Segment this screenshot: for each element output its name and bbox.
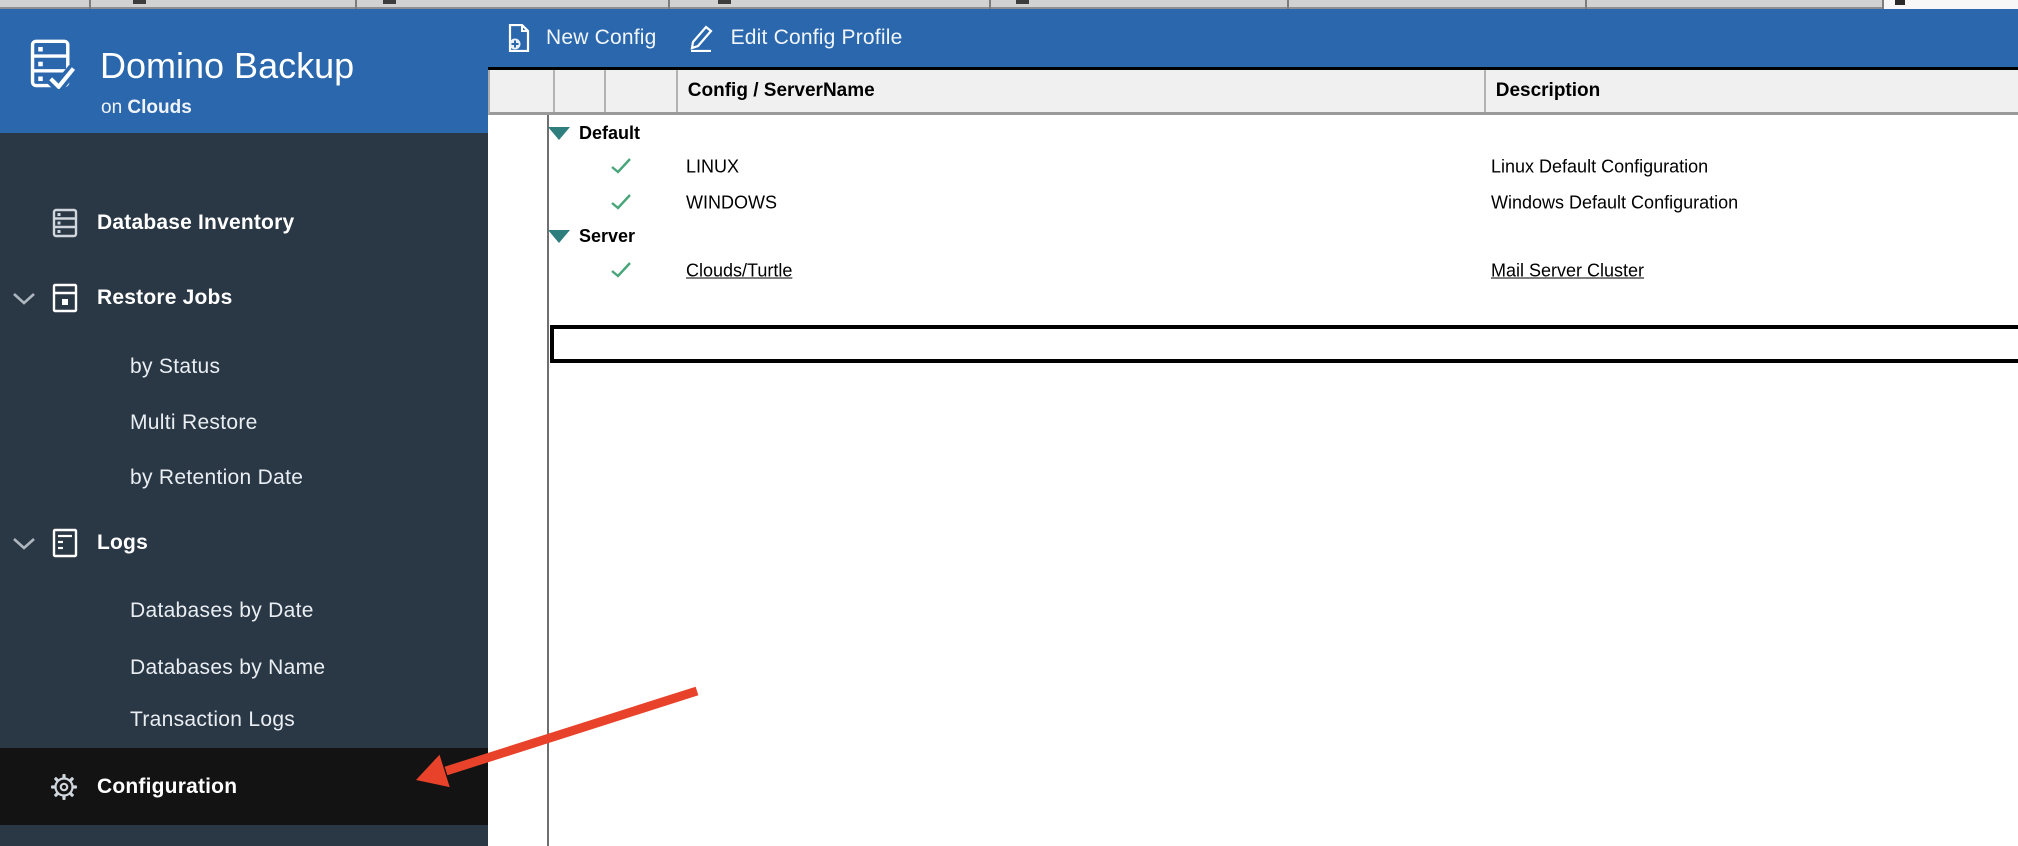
sidebar-item-label: Logs — [97, 531, 148, 554]
sidebar-item-restore-by-status[interactable]: by Status — [0, 347, 488, 387]
column-header-description[interactable]: Description — [1486, 70, 2018, 112]
column-header-empty[interactable] — [606, 70, 678, 112]
column-header-label: Config / ServerName — [687, 80, 875, 101]
table-row-linux[interactable]: LINUX Linux Default Configuration — [488, 150, 2018, 184]
group-label: Server — [579, 225, 636, 246]
chevron-down-icon[interactable] — [12, 291, 36, 305]
config-description: Mail Server Cluster — [1491, 260, 1645, 281]
sidebar-item-database-inventory[interactable]: Database Inventory — [0, 203, 488, 243]
enabled-check-icon — [610, 261, 632, 284]
toolbar-button-label: Edit Config Profile — [730, 26, 903, 49]
sidebar-item-databases-by-date[interactable]: Databases by Date — [0, 591, 488, 631]
config-server-name: LINUX — [686, 156, 740, 177]
edit-config-profile-button[interactable]: Edit Config Profile — [687, 24, 903, 52]
sidebar-item-label: Restore Jobs — [97, 286, 233, 309]
tab-divider — [989, 0, 991, 9]
group-label: Default — [579, 122, 641, 143]
sidebar-item-transaction-logs[interactable]: Transaction Logs — [0, 700, 488, 740]
tab-favicon-remnant — [718, 0, 731, 4]
sidebar-item-label: Multi Restore — [130, 411, 258, 434]
enabled-check-icon — [610, 193, 632, 216]
sidebar-item-databases-by-name[interactable]: Databases by Name — [0, 648, 488, 688]
column-header-label: Description — [1495, 80, 1601, 101]
tab-favicon-remnant — [133, 0, 146, 4]
sidebar-item-label: Configuration — [97, 774, 238, 798]
database-table-icon — [52, 208, 80, 238]
new-document-icon — [508, 24, 530, 52]
toolbar-button-label: New Config — [546, 26, 657, 49]
domino-backup-app: New Config Edit Config Profile Domino Bac… — [0, 0, 2018, 846]
table-header-row: Config / ServerName Description — [488, 70, 2018, 115]
browser-tab-strip — [0, 0, 1884, 9]
tab-divider — [355, 0, 357, 9]
tab-divider — [1585, 0, 1587, 9]
app-brand: Domino Backup on Clouds — [0, 9, 488, 133]
sidebar-item-restore-jobs[interactable]: Restore Jobs — [0, 278, 488, 318]
sidebar-item-label: by Status — [130, 355, 221, 378]
tab-divider — [668, 0, 670, 9]
config-toolbar: New Config Edit Config Profile — [488, 9, 932, 67]
collapse-triangle-icon[interactable] — [548, 126, 570, 140]
group-row-server[interactable]: Server — [548, 219, 635, 253]
sidebar-item-configuration[interactable]: Configuration — [0, 748, 488, 825]
column-header-config-servername[interactable]: Config / ServerName — [678, 70, 1486, 112]
sidebar-item-by-retention-date[interactable]: by Retention Date — [0, 458, 488, 498]
enabled-check-icon — [610, 157, 632, 180]
chevron-down-icon[interactable] — [12, 536, 36, 550]
new-tab-button-remnant — [1895, 0, 1905, 5]
app-title: Domino Backup — [100, 45, 355, 86]
sidebar-item-label: Databases by Name — [130, 656, 326, 679]
tab-favicon-remnant — [1016, 0, 1029, 4]
gear-icon — [50, 773, 78, 801]
config-server-name: Clouds/Turtle — [686, 260, 793, 281]
selected-row-outline — [550, 325, 2018, 363]
sidebar-item-label: Database Inventory — [97, 211, 295, 234]
browser-tab-strip-end — [1884, 0, 2018, 9]
sidebar: Domino Backup on Clouds Database Invento… — [0, 9, 488, 846]
column-header-empty[interactable] — [490, 70, 555, 112]
sidebar-item-logs[interactable]: Logs — [0, 523, 488, 563]
sidebar-item-label: Databases by Date — [130, 599, 314, 622]
config-server-name: WINDOWS — [686, 192, 777, 213]
log-file-icon — [52, 528, 80, 558]
sidebar-item-label: by Retention Date — [130, 466, 304, 489]
tab-favicon-remnant — [383, 0, 396, 4]
app-subtitle: on Clouds — [101, 97, 192, 118]
tab-divider — [1287, 0, 1289, 9]
sidebar-item-label: Transaction Logs — [130, 708, 296, 731]
domino-backup-logo-icon — [30, 39, 78, 96]
config-description: Windows Default Configuration — [1491, 192, 1739, 213]
column-header-empty[interactable] — [555, 70, 606, 112]
edit-pencil-icon — [687, 24, 715, 52]
table-row-windows[interactable]: WINDOWS Windows Default Configuration — [488, 186, 2018, 220]
table-row-clouds-turtle[interactable]: Clouds/Turtle Mail Server Cluster — [488, 254, 2018, 288]
config-description: Linux Default Configuration — [1491, 156, 1709, 177]
tab-divider — [89, 0, 91, 9]
new-config-button[interactable]: New Config — [508, 24, 657, 52]
group-row-default[interactable]: Default — [548, 116, 640, 150]
config-table: Config / ServerName Description Default LI… — [488, 70, 2018, 846]
restore-server-icon — [52, 283, 80, 313]
sidebar-item-multi-restore[interactable]: Multi Restore — [0, 403, 488, 443]
collapse-triangle-icon[interactable] — [548, 229, 570, 243]
